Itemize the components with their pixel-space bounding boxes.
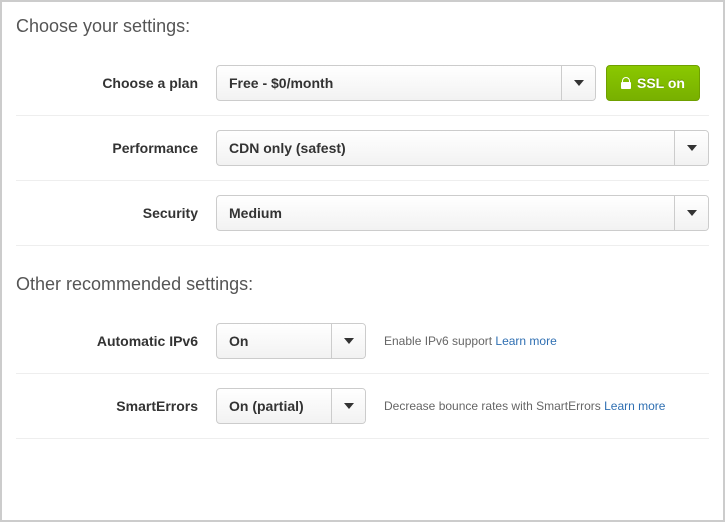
section-title-main: Choose your settings: (16, 16, 709, 37)
smarterrors-help: Decrease bounce rates with SmartErrors L… (384, 399, 665, 413)
ipv6-learn-more-link[interactable]: Learn more (495, 334, 556, 348)
row-security: Security Medium (16, 181, 709, 246)
label-performance: Performance (16, 140, 216, 156)
chevron-down-icon (674, 196, 708, 230)
smarterrors-learn-more-link[interactable]: Learn more (604, 399, 665, 413)
label-ipv6: Automatic IPv6 (16, 333, 216, 349)
label-security: Security (16, 205, 216, 221)
ipv6-help: Enable IPv6 support Learn more (384, 334, 557, 348)
plan-select-value: Free - $0/month (217, 66, 561, 100)
row-smarterrors: SmartErrors On (partial) Decrease bounce… (16, 374, 709, 439)
ipv6-select-value: On (217, 324, 331, 358)
security-select-value: Medium (217, 196, 674, 230)
chevron-down-icon (331, 324, 365, 358)
smarterrors-select-value: On (partial) (217, 389, 331, 423)
lock-icon (621, 77, 631, 89)
smarterrors-select[interactable]: On (partial) (216, 388, 366, 424)
chevron-down-icon (561, 66, 595, 100)
ssl-button[interactable]: SSL on (606, 65, 700, 101)
security-select[interactable]: Medium (216, 195, 709, 231)
chevron-down-icon (331, 389, 365, 423)
label-plan: Choose a plan (16, 75, 216, 91)
row-plan: Choose a plan Free - $0/month SSL on (16, 51, 709, 116)
performance-select-value: CDN only (safest) (217, 131, 674, 165)
section-title-other: Other recommended settings: (16, 274, 709, 295)
label-smarterrors: SmartErrors (16, 398, 216, 414)
performance-select[interactable]: CDN only (safest) (216, 130, 709, 166)
ssl-button-label: SSL on (637, 75, 685, 91)
row-ipv6: Automatic IPv6 On Enable IPv6 support Le… (16, 309, 709, 374)
row-performance: Performance CDN only (safest) (16, 116, 709, 181)
chevron-down-icon (674, 131, 708, 165)
ipv6-select[interactable]: On (216, 323, 366, 359)
plan-select[interactable]: Free - $0/month (216, 65, 596, 101)
